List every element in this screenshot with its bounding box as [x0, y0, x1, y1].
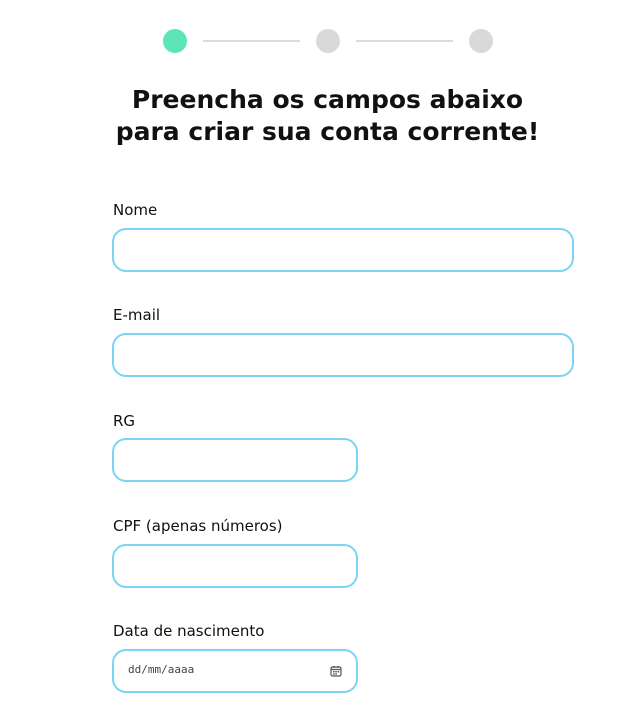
birthdate-input[interactable]: dd/mm/aaaa	[112, 649, 358, 693]
email-label: E-mail	[113, 306, 161, 324]
page-title: Preencha os campos abaixo para criar sua…	[0, 84, 627, 148]
birthdate-placeholder: dd/mm/aaaa	[128, 663, 195, 676]
nome-input[interactable]	[112, 228, 574, 272]
cpf-label: CPF (apenas números)	[113, 517, 283, 535]
calendar-icon[interactable]	[330, 665, 342, 677]
rg-input[interactable]	[112, 438, 358, 482]
nome-label: Nome	[113, 201, 158, 219]
title-line-2: para criar sua conta corrente!	[115, 117, 540, 146]
step-1-indicator	[163, 29, 187, 53]
title-line-1: Preencha os campos abaixo	[131, 85, 524, 114]
cpf-input[interactable]	[112, 544, 358, 588]
step-connector	[203, 40, 300, 42]
step-3-indicator	[469, 29, 493, 53]
birthdate-label: Data de nascimento	[113, 622, 265, 640]
step-connector	[356, 40, 453, 42]
rg-label: RG	[113, 412, 136, 430]
email-input[interactable]	[112, 333, 574, 377]
step-2-indicator	[316, 29, 340, 53]
progress-stepper	[163, 29, 493, 53]
